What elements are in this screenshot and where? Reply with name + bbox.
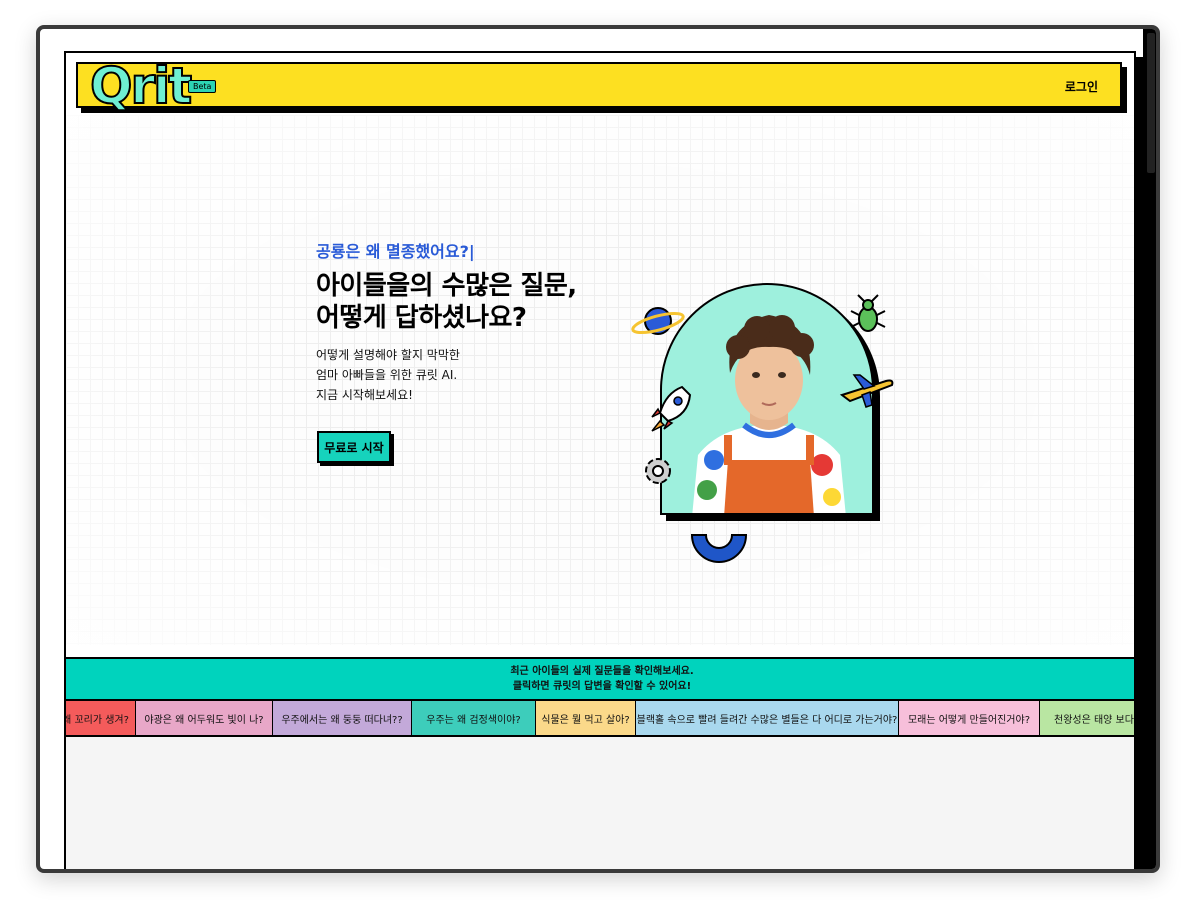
- question-chip[interactable]: 모래는 어떻게 만들어진거야?: [899, 701, 1040, 735]
- recent-questions-banner: 최근 아이들의 실제 질문들을 확인해보세요. 클릭하면 큐릿의 답변을 확인할…: [66, 657, 1134, 701]
- browser-window: Qrit Beta 로그인 공룡은 왜 멸종했어요?| 아이들을의 수많은 질문…: [36, 25, 1160, 873]
- question-chip[interactable]: 우주는 왜 검정색이야?: [412, 701, 536, 735]
- gear-icon: [645, 458, 671, 484]
- top-header: Qrit Beta 로그인: [76, 57, 1122, 115]
- planet-icon: [631, 307, 685, 335]
- login-button[interactable]: 로그인: [1065, 78, 1098, 95]
- rocket-icon: [651, 385, 692, 432]
- scrollbar-thumb[interactable]: [1147, 33, 1155, 173]
- banner-line-2: 클릭하면 큐릿의 답변을 확인할 수 있어요!: [512, 681, 692, 692]
- hero-eyebrow-question: 공룡은 왜 멸종했어요?|: [316, 242, 475, 261]
- question-chip[interactable]: 블랙홀 속으로 빨려 들려간 수많은 별들은 다 어디로 가는거야?: [636, 701, 899, 735]
- banner-line-1: 최근 아이들의 실제 질문들을 확인해보세요.: [510, 666, 694, 677]
- hero-desc-line-1: 어떻게 설명해야 할지 막막한: [316, 348, 460, 362]
- hero-description: 어떻게 설명해야 할지 막막한 엄마 아빠들을 위한 큐릿 AI. 지금 시작해…: [316, 345, 460, 405]
- hero-headline: 아이들을의 수많은 질문, 어떻게 답하셨나요?: [316, 271, 577, 333]
- hero-illustration: [631, 273, 894, 563]
- beetle-icon: [850, 294, 886, 332]
- question-chip[interactable]: 식물은 뭘 먹고 살아?: [536, 701, 636, 735]
- hero-desc-line-3: 지금 시작해보세요!: [316, 388, 413, 402]
- question-chip[interactable]: 야광은 왜 어두워도 빛이 나?: [136, 701, 273, 735]
- hero-section: 공룡은 왜 멸종했어요?| 아이들을의 수많은 질문, 어떻게 답하셨나요? 어…: [66, 115, 1134, 645]
- start-free-button[interactable]: 무료로 시작: [317, 431, 391, 463]
- qrit-logo[interactable]: Qrit: [89, 57, 193, 115]
- question-chip[interactable]: 천왕성은 태양 보다 뜨거워?: [1040, 701, 1134, 735]
- horseshoe-shape: [690, 534, 748, 563]
- question-chip[interactable]: 우주에서는 왜 둥둥 떠다녀??: [273, 701, 412, 735]
- hero-desc-line-2: 엄마 아빠들을 위한 큐릿 AI.: [316, 368, 458, 382]
- content-placeholder-area: [66, 737, 1134, 869]
- page-viewport: Qrit Beta 로그인 공룡은 왜 멸종했어요?| 아이들을의 수많은 질문…: [64, 51, 1136, 869]
- airplane-icon: [839, 374, 894, 408]
- scrollbar[interactable]: [1143, 29, 1156, 869]
- beta-badge: Beta: [188, 80, 217, 93]
- question-chips-marquee: 왜 꼬리가 생겨? 야광은 왜 어두워도 빛이 나? 우주에서는 왜 둥둥 떠다…: [66, 701, 1134, 737]
- hero-grid-fade: [66, 115, 1134, 645]
- question-chip[interactable]: 왜 꼬리가 생겨?: [66, 701, 136, 735]
